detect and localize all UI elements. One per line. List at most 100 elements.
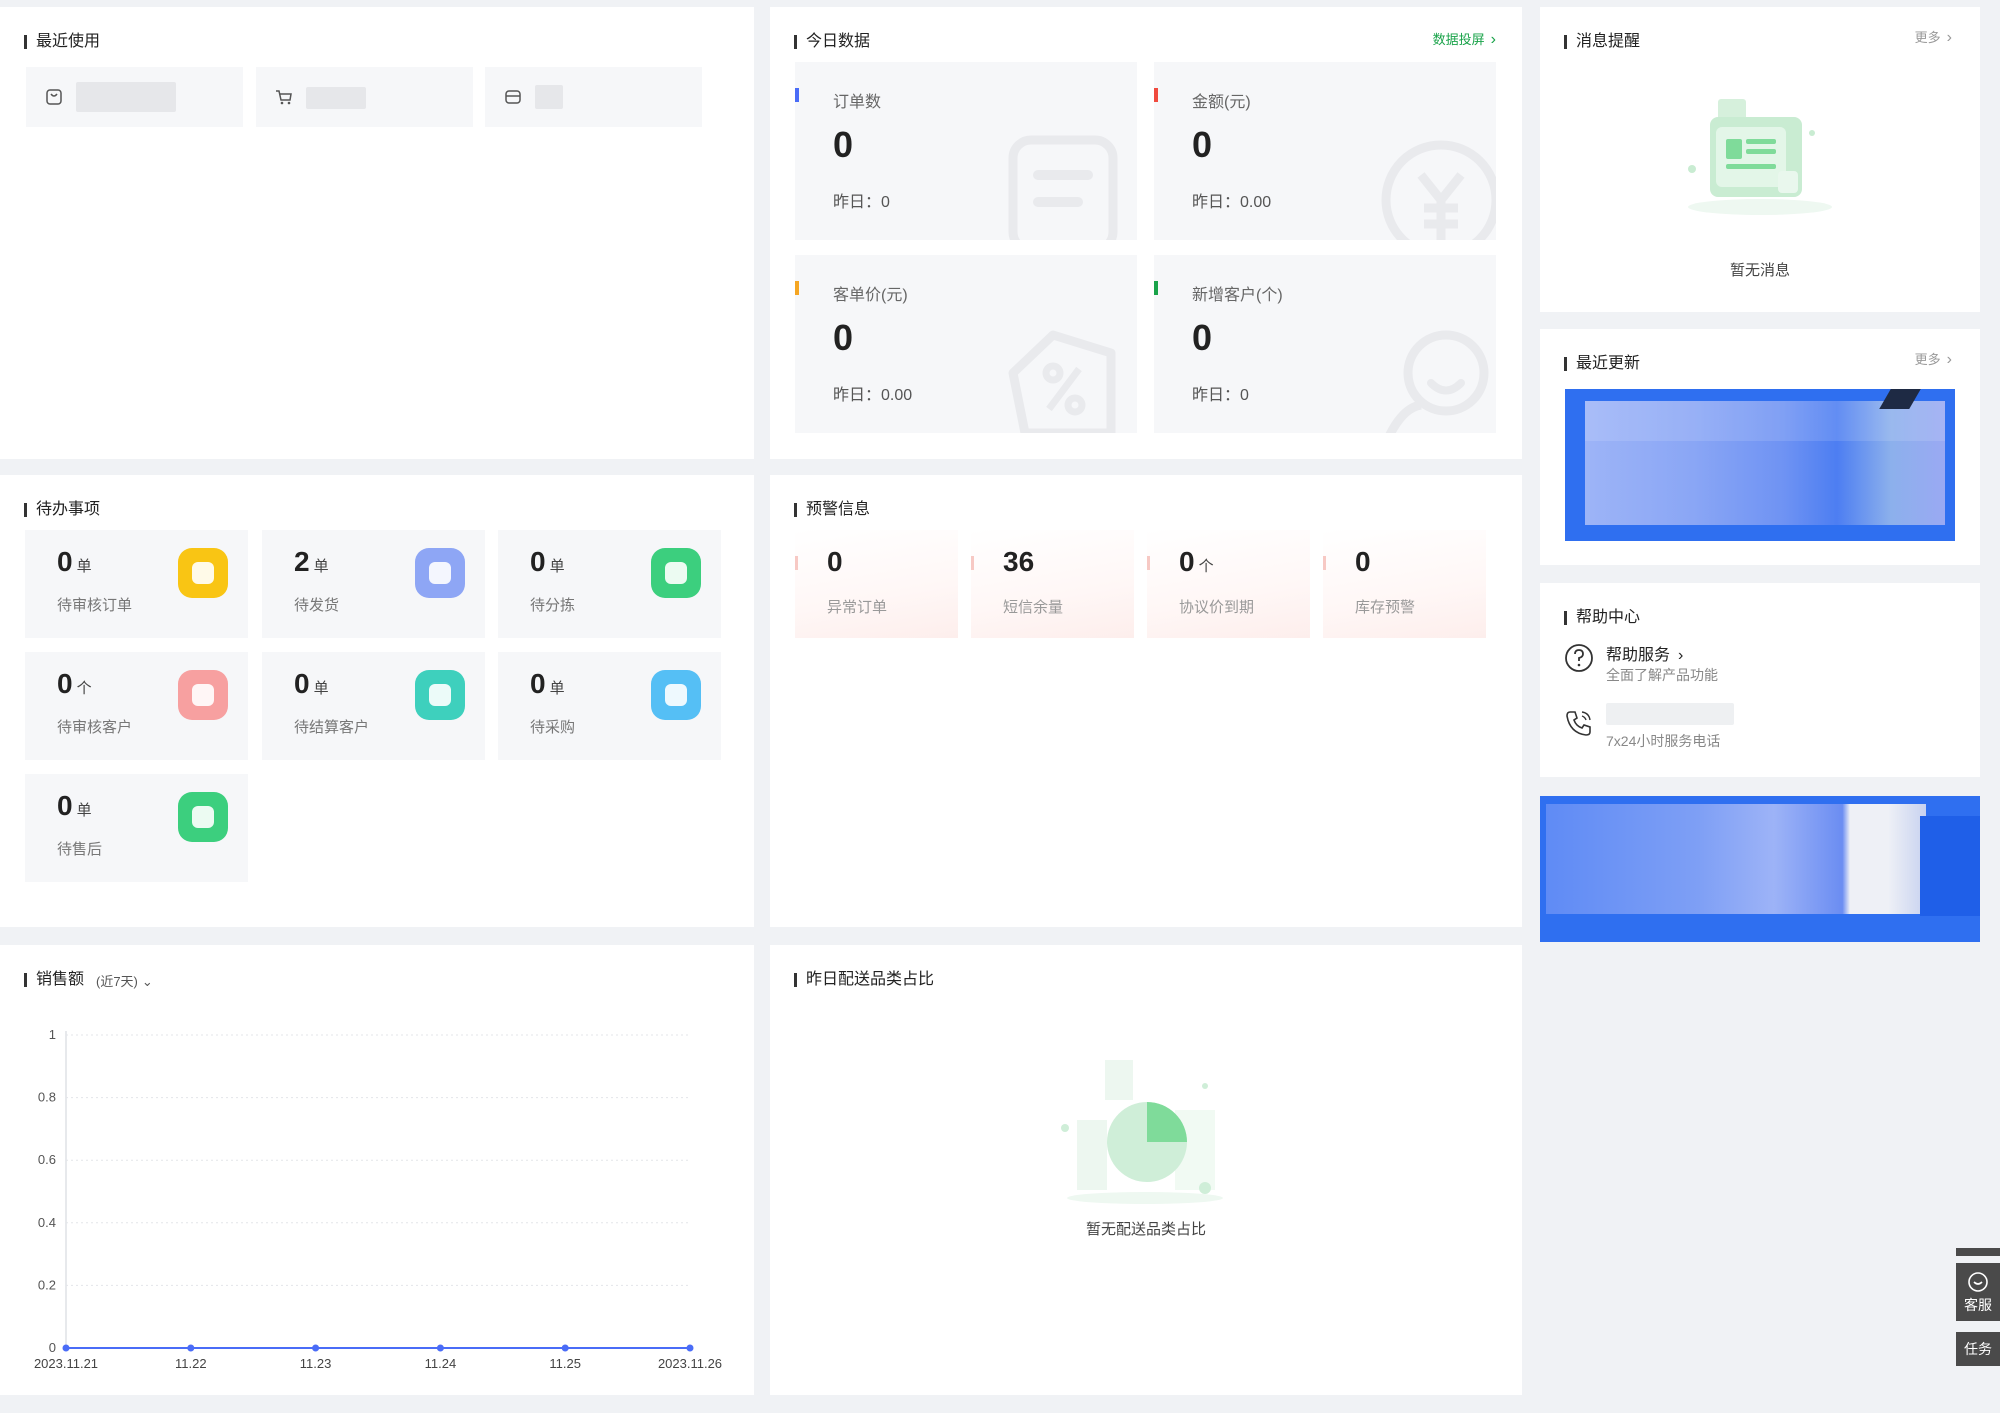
- warning-abnormal-orders[interactable]: 0 异常订单: [795, 530, 958, 638]
- phone-number: [1606, 703, 1734, 725]
- warning-label: 库存预警: [1355, 599, 1416, 616]
- stat-yesterday: 昨日：0: [833, 194, 890, 211]
- todo-pending-review-customers[interactable]: 0个 待审核客户: [25, 652, 248, 760]
- warning-stock-alert[interactable]: 0 库存预警: [1323, 530, 1486, 638]
- todo-label: 待审核客户: [57, 719, 133, 736]
- chevron-right-icon: ›: [1678, 647, 1684, 664]
- todo-count: 0单: [530, 668, 565, 699]
- recent-title: 最近使用: [24, 33, 100, 51]
- empty-message-text: 暂无消息: [1729, 262, 1790, 279]
- document-icon: [1008, 135, 1118, 240]
- x-tick-label: 2023.11.21: [34, 1356, 98, 1371]
- stat-orders: 订单数 0 昨日：0: [795, 62, 1137, 240]
- stat-avg-price: 客单价(元) 0 昨日：0.00: [795, 255, 1137, 433]
- todo-count: 0单: [57, 790, 92, 821]
- stat-yesterday: 昨日：0: [1192, 387, 1249, 404]
- category-title: 昨日配送品类占比: [794, 971, 934, 989]
- todo-label: 待售后: [57, 841, 103, 858]
- chevron-right-icon: ›: [1946, 29, 1952, 46]
- todo-label: 待审核订单: [57, 597, 133, 614]
- stat-marker: [1154, 88, 1158, 102]
- data-point: [62, 1344, 70, 1352]
- warning-label: 短信余量: [1003, 599, 1064, 616]
- x-tick-label: 11.24: [425, 1356, 457, 1371]
- sales-card: 销售额 (近7天) ⌄ 0 0.2 0.4 0.6 0.8 1 2023.11.21 11.22…: [0, 945, 754, 1395]
- y-tick-label: 0.2: [38, 1277, 56, 1292]
- stat-value: 0: [1192, 124, 1213, 165]
- todo-pending-sorting[interactable]: 0单 待分拣: [498, 530, 721, 638]
- category-card: 昨日配送品类占比 暂无配送品类占比: [770, 945, 1522, 1395]
- messages-title: 消息提醒: [1564, 33, 1640, 51]
- todo-count: 2单: [294, 546, 329, 577]
- purchase-icon: [651, 670, 701, 720]
- data-point: [561, 1344, 569, 1352]
- recent-card: 最近使用: [0, 7, 754, 459]
- messages-more-link[interactable]: 更多 ›: [1915, 27, 1952, 47]
- todo-label: 待发货: [294, 597, 340, 614]
- recent-item-1[interactable]: [26, 67, 243, 127]
- customer-service-button[interactable]: 客服: [1956, 1263, 2000, 1321]
- chat-icon: [1968, 1272, 1988, 1292]
- todo-label: 待采购: [530, 719, 576, 736]
- y-tick-label: 0.6: [38, 1152, 56, 1167]
- warning-count: 0: [1355, 546, 1371, 577]
- empty-pie-illustration: [1061, 1060, 1223, 1204]
- recent-item-3[interactable]: [485, 67, 702, 127]
- sort-icon: [651, 548, 701, 598]
- discount-tag-icon: [1008, 330, 1116, 433]
- bag-icon: [46, 89, 62, 105]
- help-card: 帮助中心 帮助服务 › 全面了解产品功能 7x24小时服务电话: [1540, 583, 1980, 777]
- help-service-desc: 全面了解产品功能: [1606, 667, 1718, 683]
- todo-pending-review-orders[interactable]: 0单 待审核订单: [25, 530, 248, 638]
- todo-pending-settlement[interactable]: 0单 待结算客户: [262, 652, 485, 760]
- warning-count: 36: [1003, 546, 1035, 577]
- promo-banner[interactable]: [1540, 796, 1980, 942]
- x-tick-label: 11.25: [549, 1356, 581, 1371]
- stat-value: 0: [833, 317, 854, 358]
- stat-amount: 金额(元) 0 昨日：0.00: [1154, 62, 1496, 240]
- empty-message-illustration: [1688, 99, 1832, 215]
- yen-icon: [1381, 140, 1496, 240]
- dollar-icon: [415, 670, 465, 720]
- task-button[interactable]: 任务: [1956, 1332, 2000, 1366]
- stat-label: 客单价(元): [833, 287, 908, 304]
- warning-label: 协议价到期: [1179, 599, 1255, 616]
- screen-cast-link[interactable]: 数据投屏 ›: [1433, 29, 1496, 49]
- update-banner[interactable]: [1565, 389, 1955, 541]
- sales-line-chart: 0 0.2 0.4 0.6 0.8 1 2023.11.21 11.22 11.23 11.24 1…: [34, 1027, 722, 1371]
- updates-more-link[interactable]: 更多 ›: [1915, 349, 1952, 369]
- stat-marker: [795, 281, 799, 295]
- help-title: 帮助中心: [1564, 609, 1640, 627]
- todo-pending-shipment[interactable]: 2单 待发货: [262, 530, 485, 638]
- side-bar-top: [1956, 1248, 2000, 1256]
- warning-sms-balance[interactable]: 36 短信余量: [971, 530, 1134, 638]
- todo-count: 0个: [57, 668, 92, 699]
- warning-contract-price-expiry[interactable]: 0个 协议价到期: [1147, 530, 1310, 638]
- category-empty-text: 暂无配送品类占比: [1085, 1221, 1206, 1238]
- todo-pending-aftersale[interactable]: 0单 待售后: [25, 774, 248, 882]
- phone-desc: 7x24小时服务电话: [1606, 733, 1721, 749]
- todo-pending-purchase[interactable]: 0单 待采购: [498, 652, 721, 760]
- user-icon: [1385, 330, 1489, 433]
- x-tick-label: 11.23: [300, 1356, 332, 1371]
- today-title: 今日数据: [794, 33, 870, 51]
- messages-card: 消息提醒 更多 › 暂无消息: [1540, 7, 1980, 312]
- stat-label: 金额(元): [1192, 94, 1251, 111]
- today-card: 今日数据 数据投屏 › 订单数 0 昨日：0 金额(元) 0 昨日：0.00 客单…: [770, 7, 1522, 459]
- todo-count: 0单: [57, 546, 92, 577]
- data-point: [686, 1344, 694, 1352]
- stat-value: 0: [833, 124, 854, 165]
- todo-label: 待分拣: [530, 597, 576, 614]
- recent-item-2[interactable]: [256, 67, 473, 127]
- help-service-link[interactable]: 帮助服务 ›: [1606, 641, 1683, 665]
- x-tick-label: 11.22: [175, 1356, 207, 1371]
- todo-count: 0单: [530, 546, 565, 577]
- recent-item-label: [76, 82, 176, 112]
- data-point: [436, 1344, 444, 1352]
- aftersale-icon: [178, 792, 228, 842]
- data-point: [187, 1344, 195, 1352]
- chevron-right-icon: ›: [1946, 351, 1952, 368]
- x-tick-label: 2023.11.26: [658, 1356, 722, 1371]
- todo-label: 待结算客户: [294, 719, 370, 736]
- warning-label: 异常订单: [827, 599, 888, 616]
